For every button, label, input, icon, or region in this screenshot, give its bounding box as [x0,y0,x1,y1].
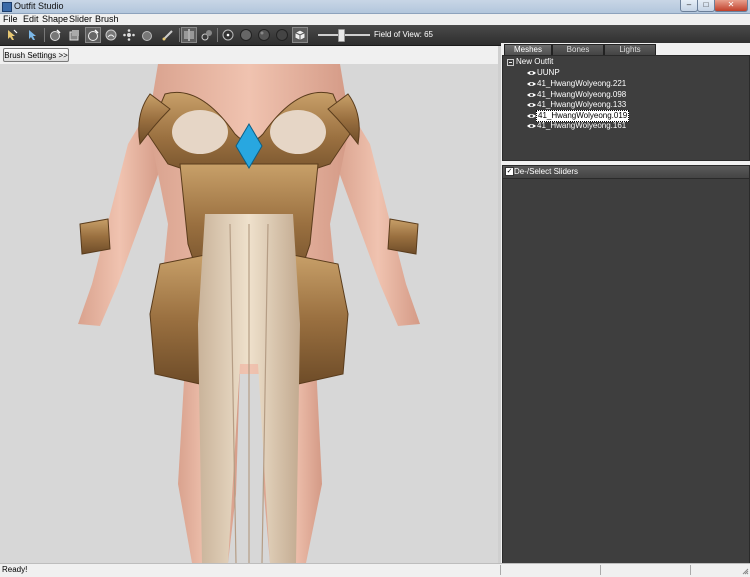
maximize-button[interactable]: □ [697,0,715,12]
mesh-item[interactable]: 41_HwangWolyeong.133 [537,100,626,110]
menu-file[interactable]: File [3,14,18,25]
3d-viewport[interactable] [0,64,498,563]
outfit-model [78,64,420,563]
status-bar [0,563,750,577]
deselect-sliders-label: De-/Select Sliders [514,167,579,176]
transform-tool-icon[interactable] [25,27,41,43]
mesh-item[interactable]: 41_HwangWolyeong.221 [537,79,626,89]
inflate-brush-icon[interactable] [47,27,63,43]
cube-icon[interactable] [292,27,308,43]
toolbar-separator [44,28,45,42]
resize-grip-icon[interactable] [742,568,749,575]
app-icon [2,2,12,12]
visibility-eye-icon[interactable] [527,113,536,119]
menu-edit[interactable]: Edit [23,14,39,25]
minimize-button[interactable]: – [680,0,698,12]
toolbar-separator [217,28,218,42]
title-bar: Outfit Studio – □ ✕ [0,0,750,14]
menu-bar: File Edit Shape Slider Brush [0,14,750,25]
window-title: Outfit Studio [14,1,64,11]
tree-collapse-toggle[interactable] [507,59,514,66]
move-brush-icon[interactable] [85,27,101,43]
brush-settings-bar [0,46,498,65]
menu-slider[interactable]: Slider [69,14,92,25]
select-tool-icon[interactable] [4,27,20,43]
mesh-item[interactable]: UUNP [537,68,560,78]
wireframe-icon[interactable] [199,27,215,43]
symmetry-icon[interactable] [181,27,197,43]
deselect-sliders-checkbox[interactable]: ✓ [505,167,514,176]
point-icon[interactable] [220,27,236,43]
toolbar-separator [179,28,180,42]
deflate-brush-icon[interactable] [66,27,82,43]
close-button[interactable]: ✕ [714,0,748,12]
visibility-eye-icon[interactable] [527,92,536,98]
sphere-icon[interactable] [256,27,272,43]
tree-root-new-outfit[interactable]: New Outfit [516,57,553,67]
mask-brush-icon[interactable] [121,27,137,43]
sliders-panel [502,178,750,564]
mesh-item[interactable]: 41_HwangWolyeong.098 [537,90,626,100]
menu-shape[interactable]: Shape [42,14,68,25]
menu-brush[interactable]: Brush [95,14,119,25]
unmask-brush-icon[interactable] [139,27,155,43]
status-separator [690,565,691,575]
fov-label: Field of View: 65 [374,30,433,39]
status-separator [600,565,601,575]
circle-icon[interactable] [238,27,254,43]
fov-slider-thumb[interactable] [338,29,345,42]
visibility-eye-icon[interactable] [527,81,536,87]
brush-settings-button[interactable]: Brush Settings >> [3,48,69,62]
visibility-eye-icon[interactable] [527,102,536,108]
texture-icon[interactable] [274,27,290,43]
smooth-brush-icon[interactable] [103,27,119,43]
visibility-eye-icon[interactable] [527,70,536,76]
weight-brush-icon[interactable] [160,27,176,43]
status-text: Ready! [2,565,28,574]
visibility-eye-icon[interactable] [527,123,536,129]
mesh-item[interactable]: 41_HwangWolyeong.161 [537,121,626,131]
status-separator [500,565,501,575]
